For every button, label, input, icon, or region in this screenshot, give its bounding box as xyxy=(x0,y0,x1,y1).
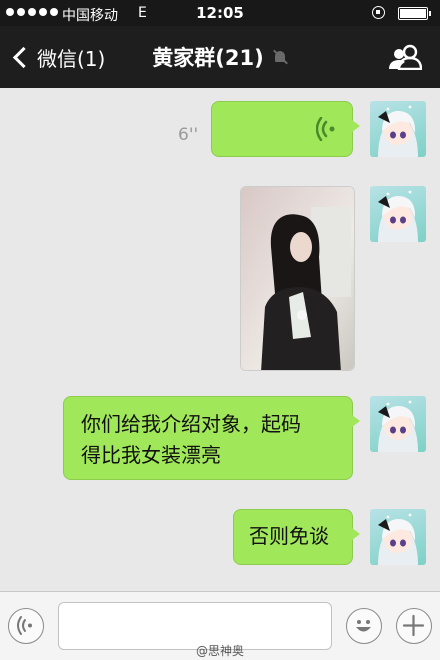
chat-title-group: 黄家群(21) xyxy=(0,42,440,72)
avatar-image xyxy=(378,190,418,242)
avatar[interactable] xyxy=(370,396,426,452)
group-members-icon xyxy=(389,44,423,71)
emoji-button[interactable] xyxy=(346,608,382,644)
voice-input-button[interactable] xyxy=(8,608,44,644)
avatar-image xyxy=(378,105,418,157)
battery-icon xyxy=(398,7,431,20)
avatar[interactable] xyxy=(370,509,426,565)
rotation-lock-icon xyxy=(372,6,385,19)
nav-bar: 微信(1) 黄家群(21) xyxy=(0,26,440,88)
voice-input-icon xyxy=(17,616,32,635)
avatar-image xyxy=(378,513,418,565)
message-line: 得比我女装漂亮 xyxy=(81,443,221,467)
voice-wave-icon xyxy=(316,117,335,141)
voice-duration: 6'' xyxy=(178,125,199,145)
watermark: @思神奥 xyxy=(196,644,245,658)
chat-title: 黄家群(21) xyxy=(152,46,264,70)
message-line: 你们给我介绍对象，起码 xyxy=(81,412,301,436)
plus-icon xyxy=(402,614,425,637)
photo-girl-image xyxy=(241,187,354,370)
more-button[interactable] xyxy=(396,608,432,644)
avatar[interactable] xyxy=(370,101,426,157)
mute-icon xyxy=(272,49,288,65)
emoji-icon xyxy=(356,620,371,632)
status-bar: 中国移动 E 12:05 xyxy=(0,0,440,26)
group-members-button[interactable] xyxy=(388,44,423,71)
text-message-bubble[interactable]: 你们给我介绍对象，起码 得比我女装漂亮 xyxy=(63,396,360,480)
avatar-image xyxy=(378,400,418,452)
text-message-bubble[interactable]: 否则免谈 xyxy=(233,509,360,565)
avatar[interactable] xyxy=(370,186,426,242)
message-input[interactable] xyxy=(58,602,332,650)
message-line: 否则免谈 xyxy=(249,524,329,548)
image-message[interactable] xyxy=(240,186,355,371)
